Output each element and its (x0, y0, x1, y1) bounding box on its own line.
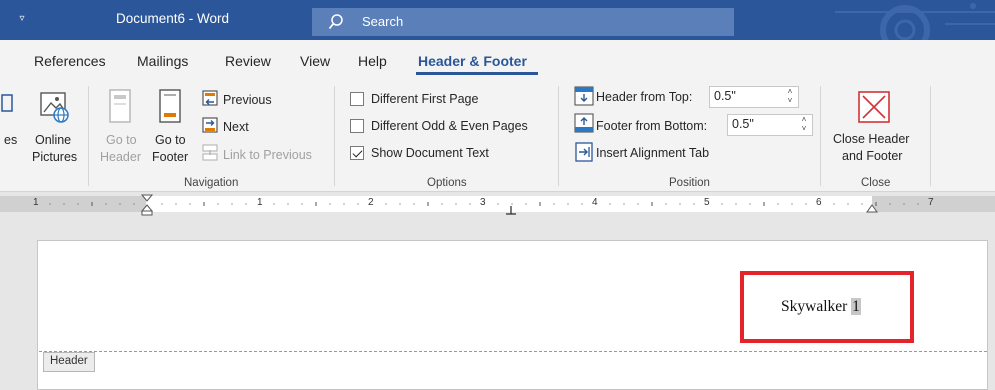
ruler-number: 7 (928, 197, 934, 208)
header-boundary-line (39, 351, 987, 352)
close-header-footer-label-line1: Close Header (833, 132, 910, 146)
title-bar: ▿ Document6 - Word Search (0, 0, 995, 40)
footer-from-bottom-input[interactable]: 0.5" ˄ ˅ (727, 114, 813, 136)
group-divider (820, 86, 821, 186)
highlight-annotation-box (740, 271, 914, 343)
footer-spinner-arrows[interactable]: ˄ ˅ (798, 115, 810, 135)
navigation-group-label: Navigation (184, 177, 239, 189)
horizontal-ruler[interactable]: 1 1 2 3 4 5 6 7 (0, 192, 995, 216)
tab-mailings[interactable]: Mailings (137, 53, 188, 69)
different-first-page-box[interactable] (350, 92, 364, 106)
ruler-number: 5 (704, 197, 710, 208)
close-header-footer-icon (858, 91, 890, 123)
ruler-number: 4 (592, 197, 598, 208)
search-placeholder: Search (362, 14, 404, 29)
insert-alignment-tab-icon (575, 142, 593, 162)
different-first-page-label: Different First Page (371, 92, 479, 106)
online-pictures-icon (40, 92, 69, 123)
group-divider (334, 86, 335, 186)
ruler-number: 1 (257, 197, 263, 208)
goto-header-icon (109, 89, 131, 123)
tab-help[interactable]: Help (358, 53, 387, 69)
header-tag: Header (43, 352, 95, 372)
next-icon (202, 117, 218, 133)
footer-from-bottom-label: Footer from Bottom: (596, 119, 708, 133)
right-indent-marker-icon[interactable] (866, 204, 878, 216)
options-group-label: Options (427, 177, 467, 189)
ruler-number: 6 (816, 197, 822, 208)
insert-alignment-tab-label: Insert Alignment Tab (596, 146, 710, 160)
next-label: Next (223, 120, 249, 134)
indent-marker-icon[interactable] (140, 194, 154, 216)
group-divider (558, 86, 559, 186)
ribbon-tabs: References Mailings Review View Help Hea… (0, 40, 995, 76)
header-from-top-label: Header from Top: (596, 90, 693, 104)
group-divider (930, 86, 931, 186)
close-header-footer-label-line2: and Footer (842, 149, 903, 163)
goto-footer-label-line2: Footer (152, 150, 189, 164)
center-tab-stop-icon[interactable] (505, 204, 517, 216)
group-divider (88, 86, 89, 186)
tab-review[interactable]: Review (225, 53, 271, 69)
link-to-previous-icon (202, 144, 218, 161)
footer-from-bottom-value: 0.5" (732, 117, 754, 131)
ruler-number: 3 (480, 197, 486, 208)
goto-footer-icon (159, 89, 181, 123)
close-group-label: Close (861, 177, 891, 189)
online-pictures-label-line2: Pictures (32, 150, 78, 164)
tab-header-footer[interactable]: Header & Footer (418, 53, 527, 69)
tab-view[interactable]: View (300, 53, 330, 69)
tab-references[interactable]: References (34, 53, 106, 69)
pictures-partial-label[interactable]: es (4, 132, 17, 148)
header-from-top-value: 0.5" (714, 89, 736, 103)
position-group-label: Position (669, 177, 710, 189)
header-from-top-input[interactable]: 0.5" ˄ ˅ (709, 86, 799, 108)
goto-header-label-line2: Header (100, 150, 141, 164)
goto-header-label-line1: Go to (106, 133, 137, 147)
header-spinner-arrows[interactable]: ˄ ˅ (784, 87, 796, 107)
header-from-top-icon (574, 86, 594, 106)
ruler-number: 2 (368, 197, 374, 208)
link-to-previous-label: Link to Previous (223, 148, 312, 162)
different-odd-even-label: Different Odd & Even Pages (371, 119, 528, 133)
pictures-icon (1, 94, 13, 112)
search-icon (328, 14, 343, 30)
different-odd-even-box[interactable] (350, 119, 364, 133)
show-document-text-label: Show Document Text (371, 146, 489, 160)
search-box[interactable]: Search (312, 8, 734, 36)
ruler-number: 1 (33, 197, 39, 208)
active-tab-indicator (416, 72, 538, 75)
footer-from-bottom-icon (574, 113, 594, 133)
show-document-text-box[interactable] (350, 146, 364, 160)
customize-quick-access-icon[interactable]: ▿ (15, 11, 29, 27)
goto-footer-label-line1: Go to (155, 133, 186, 147)
online-pictures-label-line1: Online (35, 133, 72, 147)
title-decoration-graphic (835, 3, 995, 40)
previous-icon (202, 90, 218, 106)
previous-label: Previous (223, 93, 272, 107)
document-title: Document6 - Word (116, 11, 230, 26)
